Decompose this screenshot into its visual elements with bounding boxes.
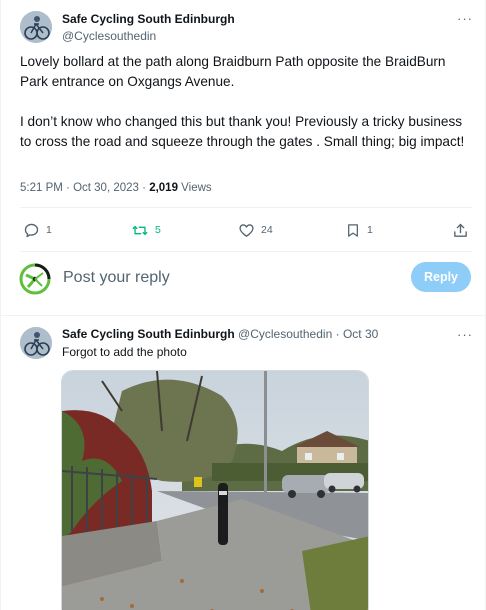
- reply-tweet-text: Forgot to add the photo: [62, 345, 187, 359]
- like-icon: [239, 223, 254, 237]
- bookmark-icon: [348, 223, 358, 237]
- bookmark-button[interactable]: 1: [345, 220, 373, 240]
- meta-separator: ·: [66, 182, 70, 194]
- more-icon[interactable]: ···: [457, 328, 473, 341]
- views-label: Views: [181, 182, 212, 194]
- share-button[interactable]: [452, 220, 469, 240]
- reply-icon: [24, 223, 39, 237]
- divider: [20, 207, 472, 208]
- reply-separator: ·: [335, 327, 340, 341]
- wheel-logo-icon: [19, 263, 51, 295]
- avatar-image: [20, 11, 52, 43]
- tweet-text: Lovely bollard at the path along Braidbu…: [20, 52, 475, 152]
- reply-author-handle[interactable]: @Cyclesouthedin: [238, 327, 332, 341]
- tweet-paragraph-1: Lovely bollard at the path along Braidbu…: [20, 54, 446, 89]
- action-bar: 1 5 24 1: [0, 220, 486, 240]
- tweet-date[interactable]: Oct 30, 2023: [73, 182, 139, 194]
- views-count: 2,019: [149, 182, 178, 194]
- more-icon[interactable]: ···: [457, 12, 473, 25]
- reply-composer: Post your reply Reply: [0, 258, 486, 310]
- retweet-count: 5: [155, 224, 161, 236]
- reply-count: 1: [46, 224, 52, 236]
- tweet-time[interactable]: 5:21 PM: [20, 182, 63, 194]
- reply-input[interactable]: Post your reply: [63, 269, 170, 287]
- retweet-icon: [132, 225, 148, 235]
- reply-author-avatar[interactable]: [20, 327, 52, 359]
- like-count: 24: [261, 224, 273, 236]
- retweet-button[interactable]: 5: [131, 220, 161, 240]
- reply-button[interactable]: 1: [23, 220, 52, 240]
- avatar-image: [20, 327, 52, 359]
- reply-submit-button[interactable]: Reply: [411, 262, 471, 292]
- reply-author-name[interactable]: Safe Cycling South Edinburgh: [62, 327, 235, 341]
- share-icon: [454, 223, 467, 237]
- author-name[interactable]: Safe Cycling South Edinburgh: [62, 12, 235, 26]
- author-avatar[interactable]: [20, 11, 52, 43]
- meta-separator: ·: [142, 182, 146, 194]
- tweet-paragraph-2: I don’t know who changed this but thank …: [20, 114, 465, 149]
- section-divider: [0, 315, 486, 316]
- reply-date[interactable]: Oct 30: [343, 327, 378, 341]
- street-photo-image: [62, 371, 368, 610]
- tweet-meta: 5:21 PM · Oct 30, 2023 · 2,019 Views: [20, 182, 212, 194]
- author-handle[interactable]: @Cyclesouthedin: [62, 29, 156, 43]
- bookmark-count: 1: [367, 224, 373, 236]
- reply-tweet-header: Safe Cycling South Edinburgh @Cyclesouth…: [62, 327, 378, 341]
- tweet-photo[interactable]: [61, 370, 369, 610]
- divider: [20, 251, 472, 252]
- like-button[interactable]: 24: [238, 220, 273, 240]
- current-user-avatar[interactable]: [19, 263, 51, 295]
